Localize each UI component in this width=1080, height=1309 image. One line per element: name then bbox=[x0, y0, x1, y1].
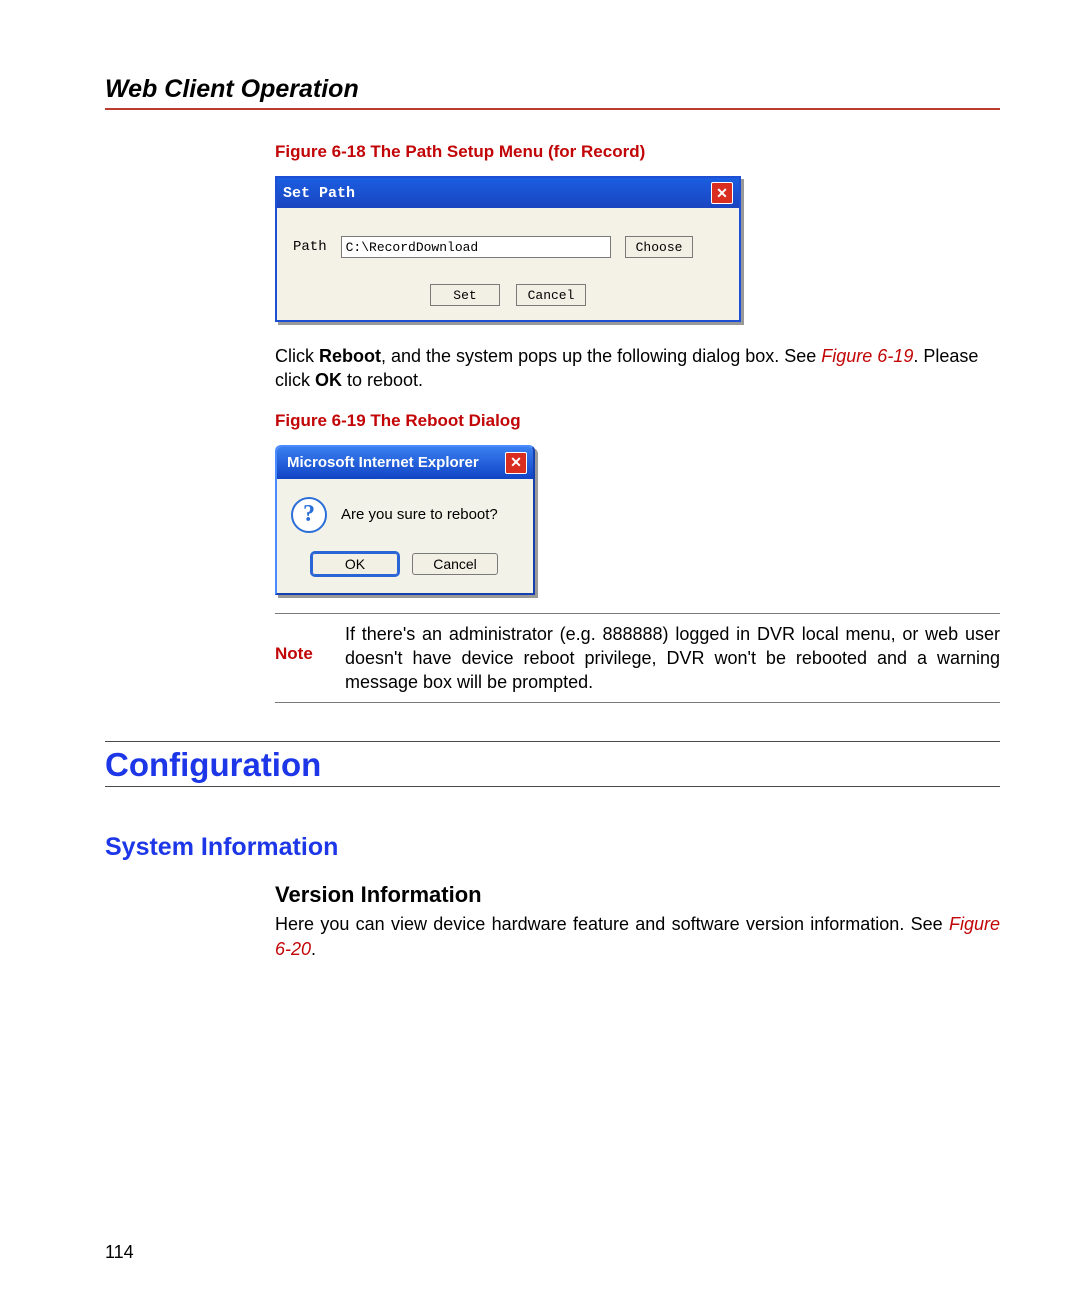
set-path-dialog: Set Path ✕ Path Choose Set Cancel bbox=[275, 176, 741, 322]
page-header: Web Client Operation bbox=[105, 75, 1000, 110]
question-icon: ? bbox=[291, 497, 327, 533]
text: Click bbox=[275, 346, 319, 366]
set-button[interactable]: Set bbox=[430, 284, 500, 306]
version-information-heading: Version Information bbox=[275, 882, 1000, 908]
text-bold: Reboot bbox=[319, 346, 381, 366]
reboot-dialog: Microsoft Internet Explorer ✕ ? Are you … bbox=[275, 445, 535, 595]
text: . bbox=[311, 939, 316, 959]
reboot-message: Are you sure to reboot? bbox=[341, 506, 498, 523]
text: Here you can view device hardware featur… bbox=[275, 914, 949, 934]
system-information-heading: System Information bbox=[105, 833, 1000, 862]
divider bbox=[275, 702, 1000, 703]
text-bold: OK bbox=[315, 370, 342, 390]
configuration-heading: Configuration bbox=[105, 746, 1000, 787]
cancel-button[interactable]: Cancel bbox=[412, 553, 498, 575]
reboot-titlebar: Microsoft Internet Explorer ✕ bbox=[277, 447, 533, 479]
version-text: Here you can view device hardware featur… bbox=[275, 912, 1000, 961]
figure-6-19-caption: Figure 6-19 The Reboot Dialog bbox=[275, 411, 1000, 431]
ok-button[interactable]: OK bbox=[312, 553, 398, 575]
note-block: Note If there's an administrator (e.g. 8… bbox=[275, 622, 1000, 695]
figure-6-18-caption: Figure 6-18 The Path Setup Menu (for Rec… bbox=[275, 142, 1000, 162]
divider bbox=[105, 741, 1000, 742]
close-icon[interactable]: ✕ bbox=[711, 182, 733, 204]
cancel-button[interactable]: Cancel bbox=[516, 284, 586, 306]
close-icon[interactable]: ✕ bbox=[505, 452, 527, 474]
page-number: 114 bbox=[105, 1242, 134, 1263]
text: to reboot. bbox=[342, 370, 423, 390]
divider bbox=[275, 613, 1000, 614]
text: , and the system pops up the following d… bbox=[381, 346, 821, 366]
path-label: Path bbox=[293, 239, 327, 255]
paragraph-reboot: Click Reboot, and the system pops up the… bbox=[275, 344, 1000, 393]
note-label: Note bbox=[275, 622, 327, 664]
reboot-title-text: Microsoft Internet Explorer bbox=[287, 454, 479, 471]
figure-reference: Figure 6-19 bbox=[821, 346, 913, 366]
note-text: If there's an administrator (e.g. 888888… bbox=[345, 622, 1000, 695]
path-input[interactable] bbox=[341, 236, 611, 258]
choose-button[interactable]: Choose bbox=[625, 236, 694, 258]
set-path-titlebar: Set Path ✕ bbox=[277, 178, 739, 208]
set-path-title-text: Set Path bbox=[283, 185, 355, 202]
